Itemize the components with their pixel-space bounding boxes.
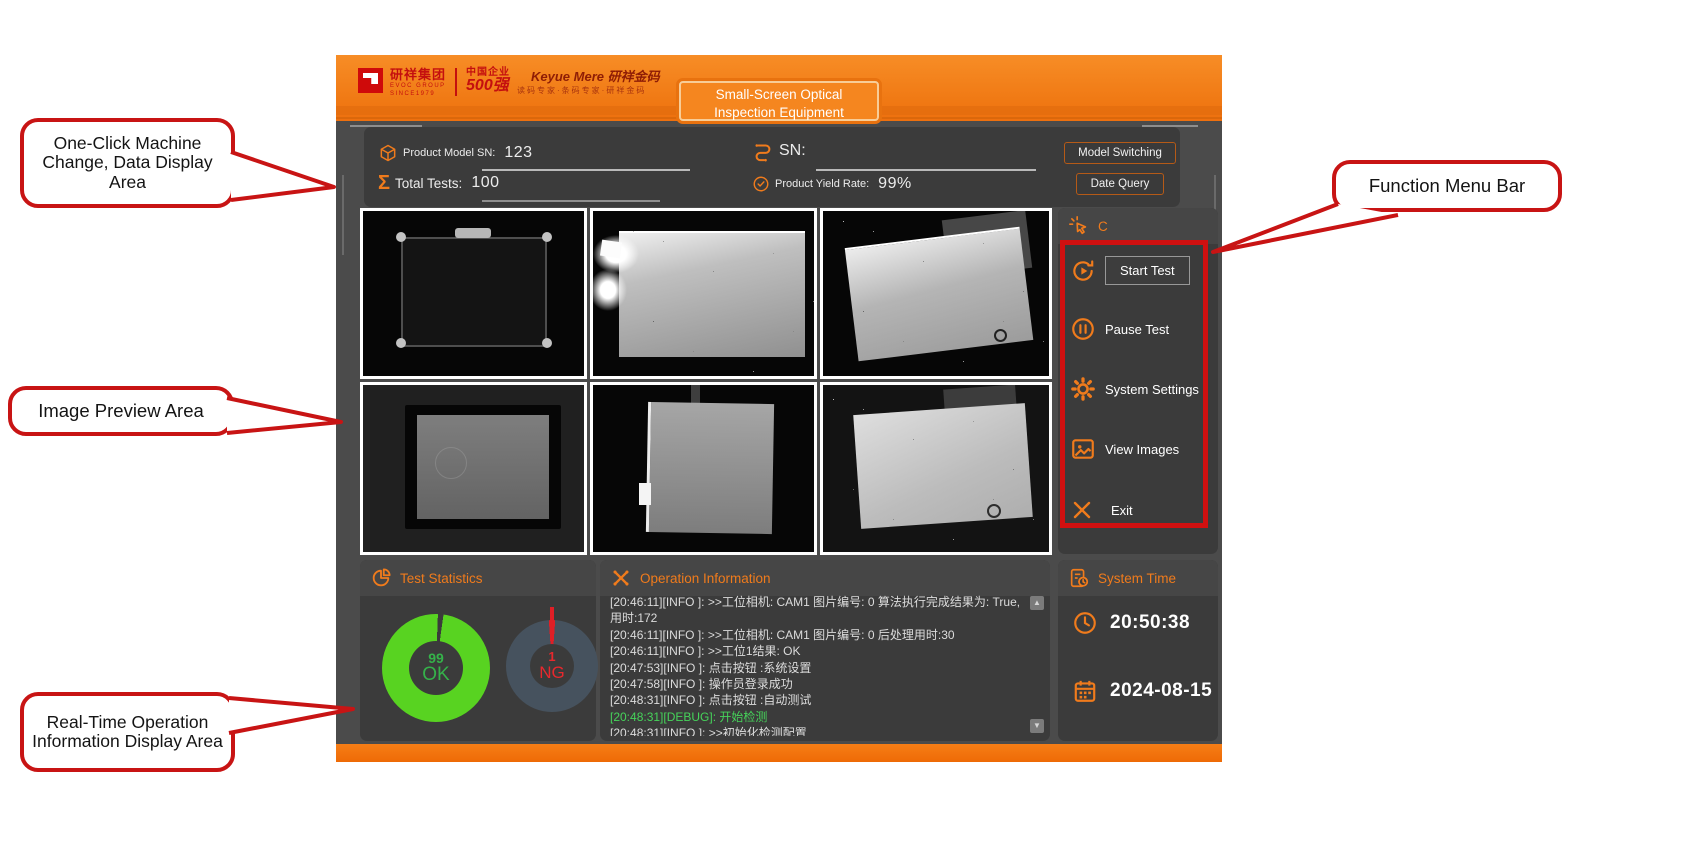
sn-value-underline <box>816 169 1036 171</box>
app-title-line2: Inspection Equipment <box>681 104 877 122</box>
ng-count: 1 <box>548 650 555 664</box>
log-line: [20:46:11][INFO ]: >>工位1结果: OK <box>610 643 1026 659</box>
data-display-panel: Product Model SN: 123 SN: Σ Total Tests:… <box>364 127 1180 207</box>
ng-label: NG <box>539 664 565 682</box>
product-model-value: 123 <box>504 144 532 162</box>
annotation-data-area-text: One-Click Machine Change, Data Display A… <box>24 134 231 192</box>
ok-count: 99 <box>428 651 444 666</box>
system-time-title: System Time <box>1098 571 1176 586</box>
date-row: 2024-08-15 <box>1072 678 1212 704</box>
logo-since: SINCE1979 <box>390 91 446 97</box>
total-value-underline <box>482 200 660 202</box>
logo-slogan: 读码专家·条码专家·研祥金码 <box>517 87 660 95</box>
decor-line <box>342 175 344 255</box>
screenshot-canvas: 研祥集团 EVOC GROUP SINCE1979 中国企业 500强 Keyu… <box>0 0 1688 861</box>
logo-group-sub: EVOC GROUP <box>390 83 446 89</box>
annotation-image-area: Image Preview Area <box>8 386 234 436</box>
ok-label: OK <box>422 665 449 685</box>
system-date-value: 2024-08-15 <box>1110 680 1212 702</box>
function-menu-panel: C Start Test Pause Test System Settings … <box>1058 208 1218 554</box>
preview-photo-shape <box>619 231 805 357</box>
test-statistics-title: Test Statistics <box>400 571 483 586</box>
sigma-icon: Σ <box>378 173 390 193</box>
serial-link-icon <box>752 140 774 162</box>
total-tests-label: Total Tests: <box>395 176 462 191</box>
logo-rank-bottom: 500强 <box>466 78 510 94</box>
log-line-debug: [20:48:31][DEBUG]: 开始检测 <box>610 709 1026 725</box>
function-menu-header: C <box>1058 208 1218 244</box>
inspection-app-window: 研祥集团 EVOC GROUP SINCE1979 中国企业 500强 Keyu… <box>336 55 1222 762</box>
pie-chart-icon <box>370 567 392 589</box>
system-time-panel: System Time 20:50:38 2024-08-15 <box>1058 560 1218 741</box>
total-tests-field: Σ Total Tests: 100 <box>378 173 500 193</box>
system-time-value: 20:50:38 <box>1110 612 1190 634</box>
app-header: 研祥集团 EVOC GROUP SINCE1979 中国企业 500强 Keyu… <box>336 55 1222 121</box>
app-title-line1: Small-Screen Optical <box>681 86 877 104</box>
image-preview-cell-6[interactable] <box>820 382 1052 555</box>
yield-value: 99% <box>878 175 912 193</box>
total-tests-value: 100 <box>471 174 499 192</box>
logo-script: Keyue Mere 研祥金码 <box>531 70 660 83</box>
annotation-log-area: Real-Time Operation Information Display … <box>20 692 235 772</box>
function-menu-header-label: C <box>1098 219 1108 234</box>
model-value-underline <box>482 169 690 171</box>
yield-rate-field: Product Yield Rate: 99% <box>752 175 912 193</box>
image-preview-cell-2[interactable] <box>590 208 817 379</box>
yield-check-icon <box>752 175 770 193</box>
operation-information-title: Operation Information <box>640 571 771 586</box>
log-output[interactable]: [20:46:11][INFO ]: >>工位相机: CAM1 图片编号: 0 … <box>610 594 1026 736</box>
preview-photo-shape <box>845 227 1034 362</box>
image-preview-cell-3[interactable] <box>820 208 1052 379</box>
click-hand-icon <box>1068 215 1090 237</box>
preview-photo-shape <box>853 403 1033 529</box>
image-preview-grid <box>360 208 1052 555</box>
test-statistics-panel: Test Statistics 99 OK 1 NG <box>360 560 596 741</box>
log-line: [20:46:11][INFO ]: >>工位相机: CAM1 图片编号: 0 … <box>610 627 1026 643</box>
model-switching-button[interactable]: Model Switching <box>1064 142 1176 164</box>
log-line: [20:47:53][INFO ]: 点击按钮 :系统设置 <box>610 660 1026 676</box>
annotation-menu-area: Function Menu Bar <box>1332 160 1562 212</box>
image-preview-cell-5[interactable] <box>590 382 817 555</box>
app-footer-bar <box>336 744 1222 762</box>
operation-information-header: Operation Information <box>600 560 1050 596</box>
logo-group-name: 研祥集团 <box>390 68 446 81</box>
system-time-header: System Time <box>1058 560 1218 596</box>
log-scroll-down-button[interactable]: ▼ <box>1030 719 1044 733</box>
date-query-button[interactable]: Date Query <box>1076 173 1164 195</box>
logo-divider <box>455 68 457 96</box>
annotation-image-area-text: Image Preview Area <box>38 401 204 421</box>
product-model-field: Product Model SN: 123 <box>378 143 533 163</box>
sn-label: SN: <box>779 142 806 160</box>
image-preview-cell-4[interactable] <box>360 382 587 555</box>
annotation-log-area-text: Real-Time Operation Information Display … <box>24 713 231 752</box>
log-line: [20:48:31][INFO ]: >>初始化检测配置 <box>610 725 1026 736</box>
clock-icon <box>1072 610 1098 636</box>
operation-information-panel: Operation Information [20:46:11][INFO ]:… <box>600 560 1050 741</box>
log-scroll-up-button[interactable]: ▲ <box>1030 596 1044 610</box>
sn-field: SN: <box>752 140 815 162</box>
clock-row: 20:50:38 <box>1072 610 1190 636</box>
ng-donut-chart: 1 NG <box>506 620 598 712</box>
log-line: [20:48:31][INFO ]: 点击按钮 :自动测试 <box>610 692 1026 708</box>
preview-photo-shape <box>646 402 774 534</box>
ok-donut-chart: 99 OK <box>382 614 490 722</box>
evoc-logo-icon <box>358 68 383 93</box>
annotation-red-rectangle <box>1060 240 1208 528</box>
preview-photo-shape <box>401 237 547 347</box>
document-clock-icon <box>1068 567 1090 589</box>
test-statistics-header: Test Statistics <box>360 560 596 596</box>
cube-icon <box>378 143 398 163</box>
app-title: Small-Screen Optical Inspection Equipmen… <box>679 81 879 121</box>
brand-logo: 研祥集团 EVOC GROUP SINCE1979 中国企业 500强 Keyu… <box>358 68 660 97</box>
annotation-data-area: One-Click Machine Change, Data Display A… <box>20 118 235 208</box>
log-line: [20:47:58][INFO ]: 操作员登录成功 <box>610 676 1026 692</box>
product-model-label: Product Model SN: <box>403 147 495 159</box>
annotation-menu-area-text: Function Menu Bar <box>1369 176 1525 196</box>
crossed-tools-icon <box>610 567 632 589</box>
log-line: [20:46:11][INFO ]: >>工位相机: CAM1 图片编号: 0 … <box>610 594 1026 627</box>
yield-label: Product Yield Rate: <box>775 178 869 190</box>
image-preview-cell-1[interactable] <box>360 208 587 379</box>
calendar-icon <box>1072 678 1098 704</box>
